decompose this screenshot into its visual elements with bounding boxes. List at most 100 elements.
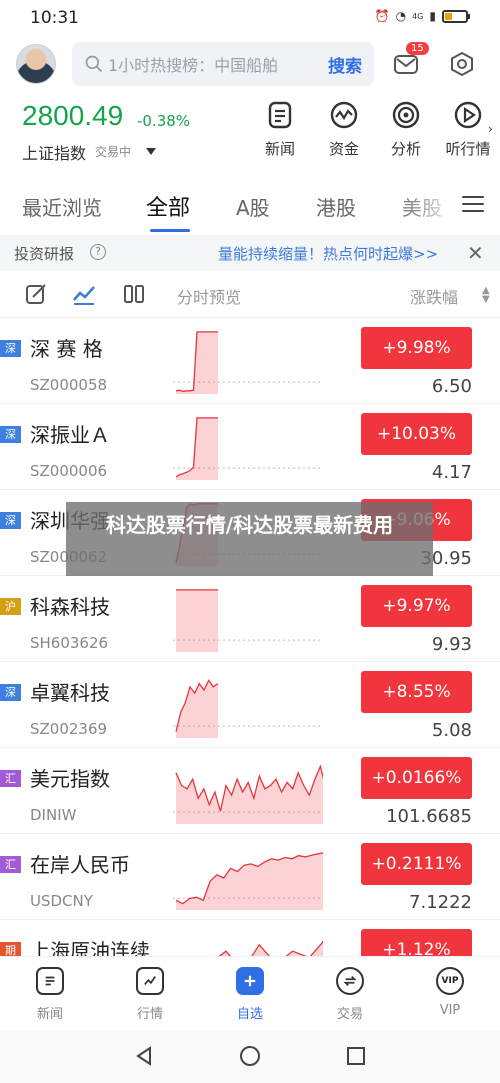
sort-arrows-icon[interactable]: ▲ ▼ — [482, 286, 490, 305]
battery-level — [445, 12, 452, 20]
close-icon[interactable]: ✕ — [467, 241, 484, 265]
quick-nav-fund[interactable]: 资金 — [312, 96, 376, 166]
stock-code: USDCNY — [30, 892, 93, 910]
search-input[interactable]: 1小时热搜榜：中国船舶 — [108, 52, 328, 76]
market-badge: 深 — [0, 340, 21, 357]
change-percent-button[interactable]: +9.98% — [361, 327, 472, 369]
stock-name: 美元指数 — [30, 767, 110, 791]
edit-icon[interactable] — [24, 282, 48, 306]
back-icon[interactable] — [133, 1045, 155, 1067]
search-button[interactable]: 搜索 — [328, 52, 362, 77]
sort-by-change[interactable]: 涨跌幅 — [410, 284, 458, 308]
analysis-icon — [392, 101, 420, 129]
settings-button[interactable] — [448, 50, 476, 78]
listen-play-icon — [454, 101, 482, 129]
index-row[interactable]: 2800.49 -0.38% 上证指数 交易中 新闻 资金 分析 听行情 › — [0, 96, 500, 172]
search-icon — [85, 55, 103, 73]
recent-apps-icon[interactable] — [345, 1045, 367, 1067]
nav-quotes[interactable]: 行情 — [120, 967, 180, 1022]
split-view-icon[interactable] — [122, 282, 146, 306]
avatar[interactable] — [16, 44, 56, 84]
tab-all[interactable]: 全部 — [146, 190, 190, 222]
nav-label: 行情 — [136, 1007, 163, 1022]
trading-status: 交易中 — [95, 145, 132, 159]
intraday-preview-label: 分时预览 — [177, 288, 242, 307]
index-change: -0.38% — [137, 112, 191, 130]
fund-flow-icon — [330, 101, 358, 129]
nav-vip[interactable]: VIP VIP — [420, 967, 480, 1018]
stock-row[interactable]: 汇在岸人民币 USDCNY +0.2111% 7.1222 — [0, 834, 500, 920]
stock-code: DINIW — [30, 806, 77, 824]
stock-name: 在岸人民币 — [30, 853, 130, 877]
stock-code: SH603626 — [30, 634, 109, 652]
status-icons: ⏰ ◔ 4G ▮ — [374, 9, 470, 23]
home-icon[interactable] — [239, 1045, 261, 1067]
tab-hk[interactable]: 港股 — [316, 192, 356, 221]
search-box[interactable]: 1小时热搜榜：中国船舶 搜索 — [72, 42, 374, 86]
menu-icon[interactable] — [462, 196, 484, 214]
change-percent-button[interactable]: +0.0166% — [361, 757, 472, 799]
quick-nav-label: 新闻 — [264, 140, 295, 158]
battery-icon — [442, 9, 470, 23]
index-name: 上证指数 — [22, 144, 87, 163]
stock-code: SZ000006 — [30, 462, 108, 480]
quick-nav-label: 资金 — [328, 140, 359, 158]
vip-icon: VIP — [436, 967, 464, 995]
quick-nav-label: 分析 — [390, 140, 421, 158]
sparkline-area — [176, 589, 218, 652]
stock-list: 深深 赛 格 SZ000058 +9.98% 6.50 深深振业Ａ SZ000006 +10… — [0, 318, 500, 1006]
stock-row[interactable]: 沪科森科技 SH603626 +9.97% 9.93 — [0, 576, 500, 662]
sparkline-area — [176, 766, 323, 824]
change-percent-button[interactable]: +8.55% — [361, 671, 472, 713]
tab-a-shares[interactable]: A股 — [236, 192, 270, 221]
news-icon — [268, 101, 292, 129]
mail-badge: 15 — [406, 42, 429, 55]
banner-link[interactable]: 量能持续缩量！热点何时起爆>> — [218, 243, 438, 264]
intraday-sparkline — [173, 417, 323, 480]
stock-row[interactable]: 汇美元指数 DINIW +0.0166% 101.6685 — [0, 748, 500, 834]
change-percent-button[interactable]: +0.2111% — [361, 843, 472, 885]
system-nav-bar — [0, 1030, 500, 1083]
intraday-sparkline — [173, 679, 323, 738]
banner-label: 投资研报 — [14, 245, 75, 263]
quick-nav-label: 听行情 — [445, 140, 491, 158]
alarm-icon: ⏰ — [374, 9, 390, 23]
tab-fade — [395, 178, 455, 232]
nav-trade[interactable]: 交易 — [320, 967, 380, 1022]
hexagon-settings-icon — [451, 51, 473, 77]
market-badge: 深 — [0, 684, 21, 701]
nav-label: 新闻 — [36, 1007, 63, 1022]
chevron-down-icon[interactable] — [146, 148, 156, 155]
stock-row[interactable]: 深卓翼科技 SZ002369 +8.55% 5.08 — [0, 662, 500, 748]
index-value: 2800.49 — [22, 100, 124, 131]
sparkline-area — [176, 852, 323, 910]
intraday-sparkline — [173, 589, 323, 652]
nav-watchlist[interactable]: 自选 — [220, 967, 280, 1022]
line-chart-view-icon[interactable] — [72, 282, 96, 306]
tab-recent[interactable]: 最近浏览 — [22, 192, 102, 221]
stock-name: 深振业Ａ — [30, 423, 110, 447]
bottom-nav: 新闻 行情 自选 交易 VIP VIP — [0, 956, 500, 1030]
mail-button[interactable]: 15 — [392, 42, 429, 78]
wifi-icon: ◔ — [395, 9, 407, 23]
market-badge: 深 — [0, 512, 21, 529]
market-badge: 汇 — [0, 856, 21, 873]
nav-news[interactable]: 新闻 — [20, 967, 80, 1022]
market-badge: 汇 — [0, 770, 21, 787]
stock-name: 深 赛 格 — [30, 337, 103, 361]
signal-icon: ▮ — [429, 9, 436, 23]
change-percent-button[interactable]: +10.03% — [361, 413, 472, 455]
quick-nav-news[interactable]: 新闻 — [248, 96, 312, 166]
help-icon[interactable]: ? — [90, 244, 106, 260]
stock-row[interactable]: 深深 赛 格 SZ000058 +9.98% 6.50 — [0, 318, 500, 404]
header: 1小时热搜榜：中国船舶 搜索 15 — [0, 40, 500, 90]
quotes-chart-icon — [136, 967, 164, 995]
nav-label: 交易 — [336, 1007, 363, 1022]
change-percent-button[interactable]: +9.97% — [361, 585, 472, 627]
stock-row[interactable]: 深深振业Ａ SZ000006 +10.03% 4.17 — [0, 404, 500, 490]
status-bar: 10:31 ⏰ ◔ 4G ▮ — [0, 0, 500, 34]
quick-nav-analysis[interactable]: 分析 — [374, 96, 438, 166]
nav-label: VIP — [439, 1003, 461, 1018]
market-tabs: 最近浏览 全部 A股 港股 美股 — [0, 178, 500, 232]
stock-code: SZ002369 — [30, 720, 108, 738]
